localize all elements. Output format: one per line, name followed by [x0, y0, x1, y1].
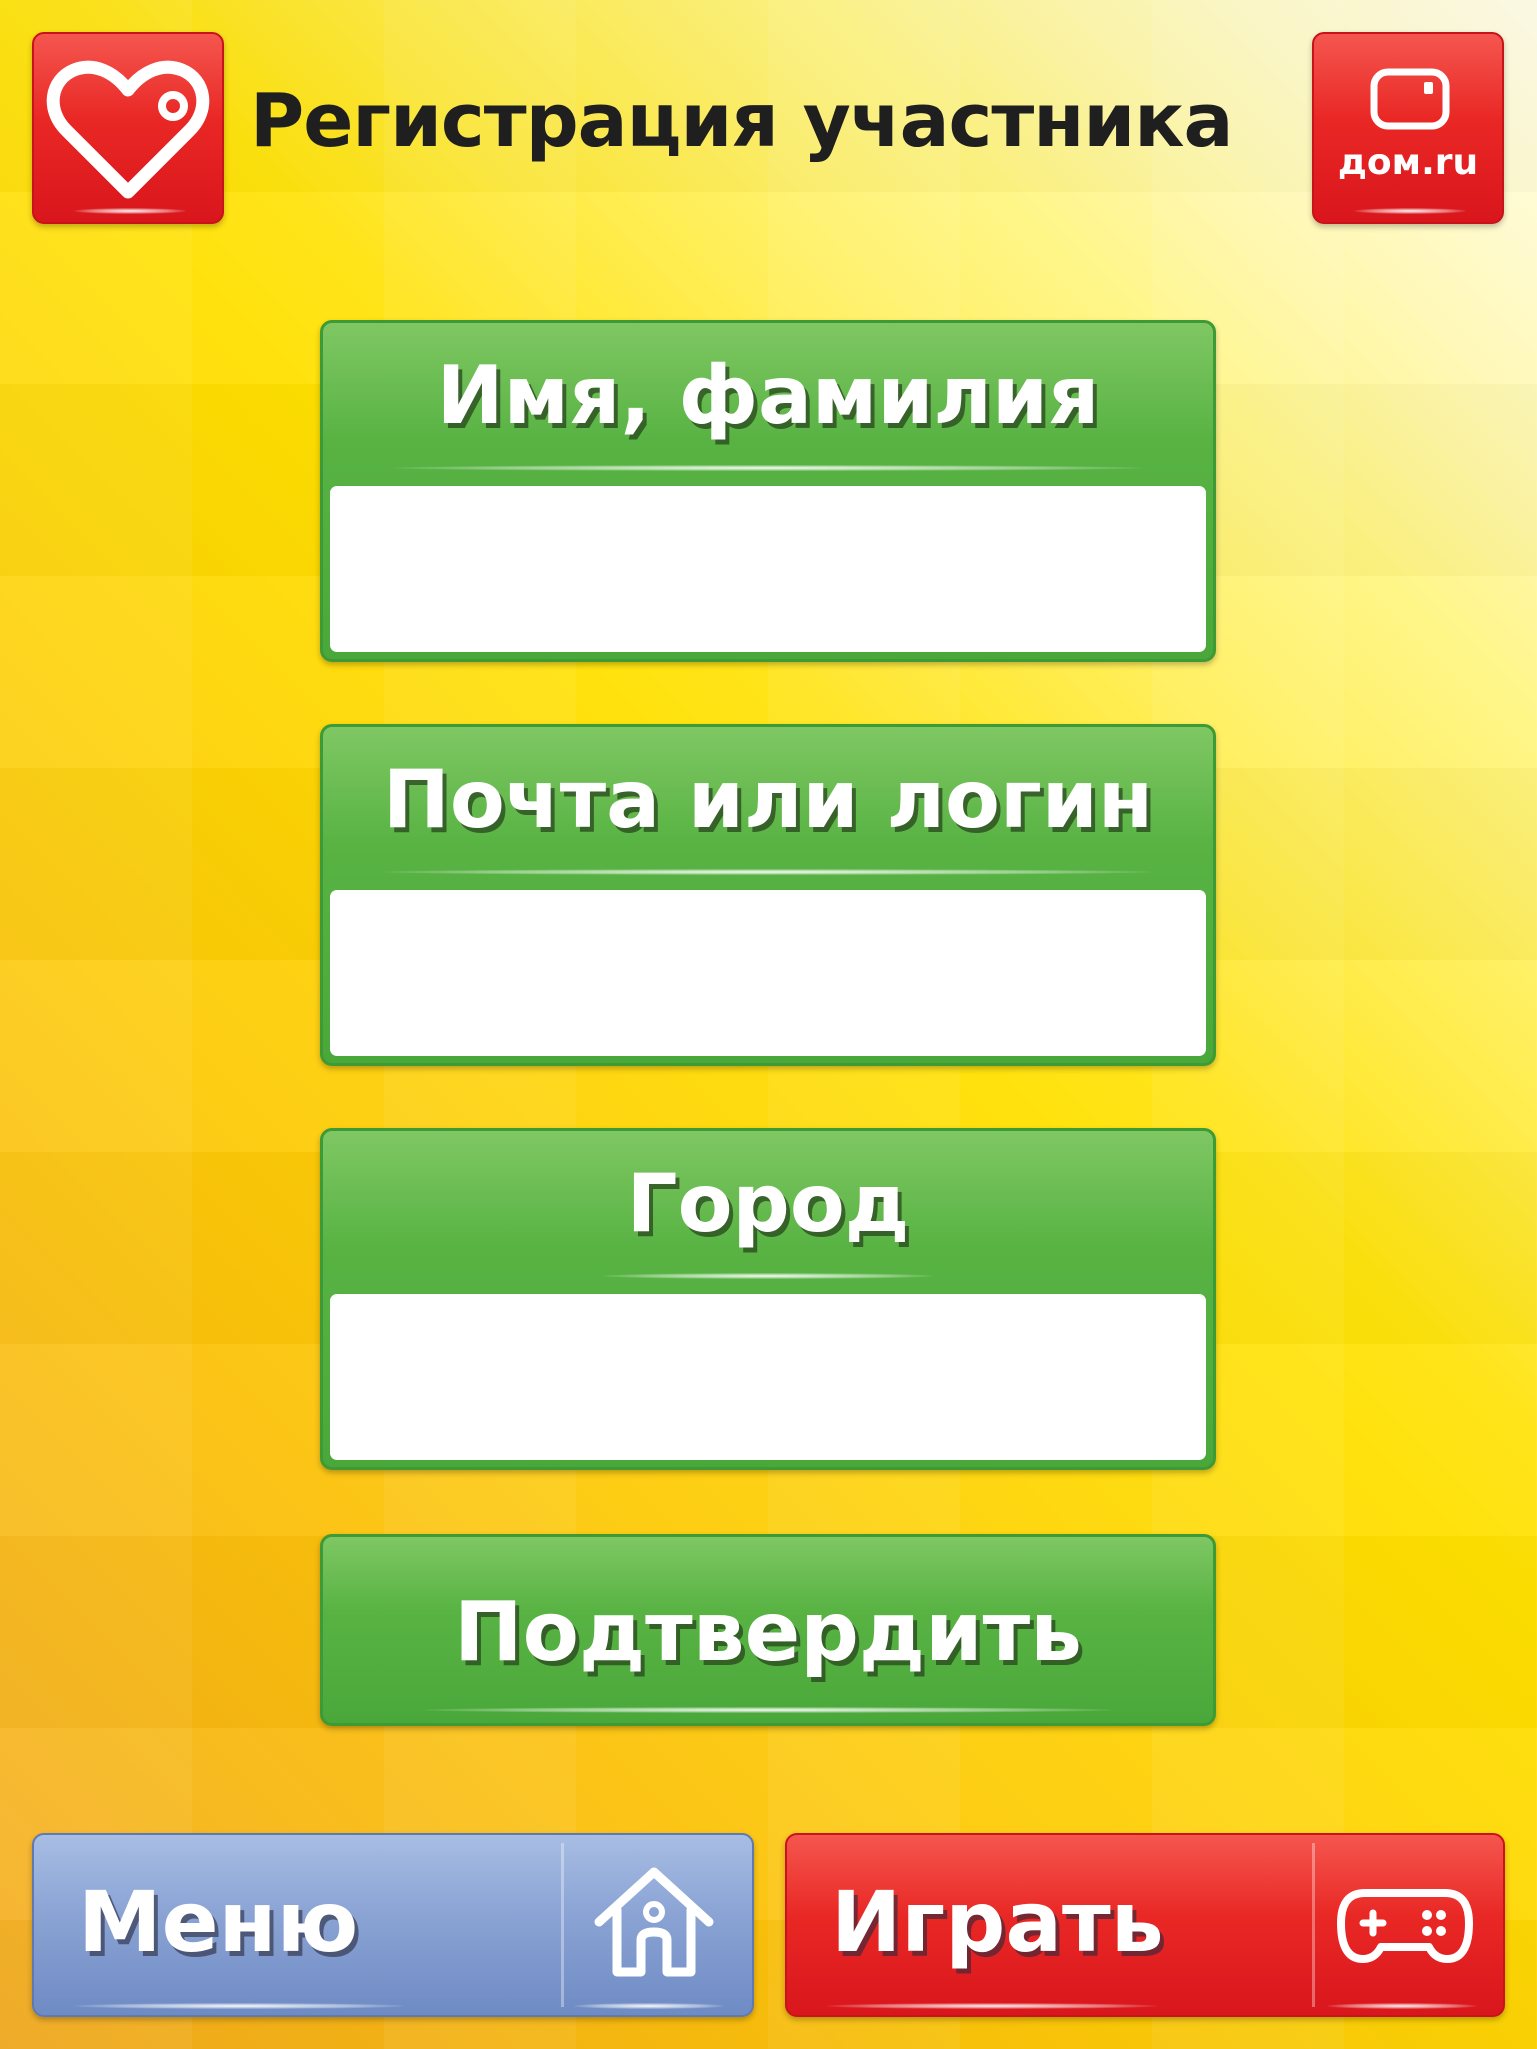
heart-icon: [46, 60, 210, 199]
button-gloss: [827, 2003, 1157, 2009]
button-gloss: [423, 1707, 1113, 1713]
page-title: Регистрация участника: [250, 78, 1233, 164]
brand-logo-button[interactable]: дом.ru: [1312, 32, 1504, 224]
menu-button[interactable]: Меню: [32, 1833, 754, 2017]
label-gloss: [383, 869, 1153, 875]
menu-icon-cell: [561, 1843, 744, 2007]
name-field-card: Имя, фамилия: [320, 320, 1216, 662]
favorite-button[interactable]: [32, 32, 224, 224]
button-gloss: [74, 208, 186, 214]
button-gloss: [74, 2003, 404, 2009]
email-login-input[interactable]: [330, 890, 1206, 1056]
name-input[interactable]: [330, 486, 1206, 652]
play-button-label: Играть: [831, 1873, 1164, 1971]
confirm-button[interactable]: Подтвердить: [320, 1534, 1216, 1726]
home-icon: [594, 1867, 714, 1977]
city-field-card: Город: [320, 1128, 1216, 1470]
gamepad-icon: [1337, 1889, 1473, 1963]
confirm-button-label: Подтвердить: [454, 1585, 1082, 1680]
city-input[interactable]: [330, 1294, 1206, 1460]
label-gloss: [393, 465, 1143, 471]
menu-button-label: Меню: [78, 1873, 359, 1971]
name-field-label: Имя, фамилия: [436, 349, 1100, 442]
login-field-label: Почта или логин: [382, 753, 1154, 846]
button-gloss: [1354, 208, 1466, 214]
play-button[interactable]: Играть: [785, 1833, 1505, 2017]
button-gloss: [1327, 2003, 1477, 2009]
play-icon-cell: [1312, 1843, 1495, 2007]
brand-logo-text: дом.ru: [1337, 142, 1479, 183]
label-gloss: [603, 1273, 933, 1279]
button-gloss: [574, 2003, 724, 2009]
login-field-card: Почта или логин: [320, 724, 1216, 1066]
city-field-label: Город: [626, 1157, 910, 1250]
